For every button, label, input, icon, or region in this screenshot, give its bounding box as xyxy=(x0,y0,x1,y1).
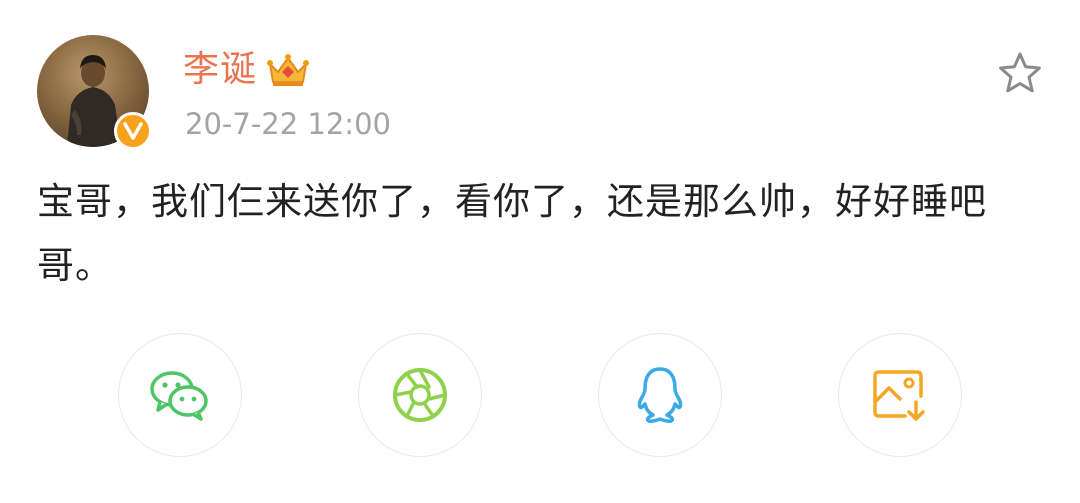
author-name[interactable]: 李诞 xyxy=(183,48,257,92)
share-bar xyxy=(0,333,1080,463)
weibo-post: 李诞 20-7-22 12:00 宝哥，我们仨来送你了，看你了，还是那么帅，好好… xyxy=(0,0,1080,503)
wechat-icon xyxy=(148,367,212,423)
post-body-text: 宝哥，我们仨来送你了，看你了，还是那么帅，好好睡吧哥。 xyxy=(37,180,987,287)
crown-icon[interactable] xyxy=(264,50,312,90)
star-outline-icon[interactable] xyxy=(995,50,1045,96)
share-wechat-button[interactable] xyxy=(118,333,242,457)
save-image-button[interactable] xyxy=(838,333,962,457)
qq-penguin-icon xyxy=(635,365,685,425)
share-qq-button[interactable] xyxy=(598,333,722,457)
image-download-icon xyxy=(871,366,929,424)
share-moments-button[interactable] xyxy=(358,333,482,457)
aperture-icon xyxy=(390,365,450,425)
verified-badge-icon xyxy=(114,112,152,150)
post-timestamp: 20-7-22 12:00 xyxy=(185,107,391,141)
